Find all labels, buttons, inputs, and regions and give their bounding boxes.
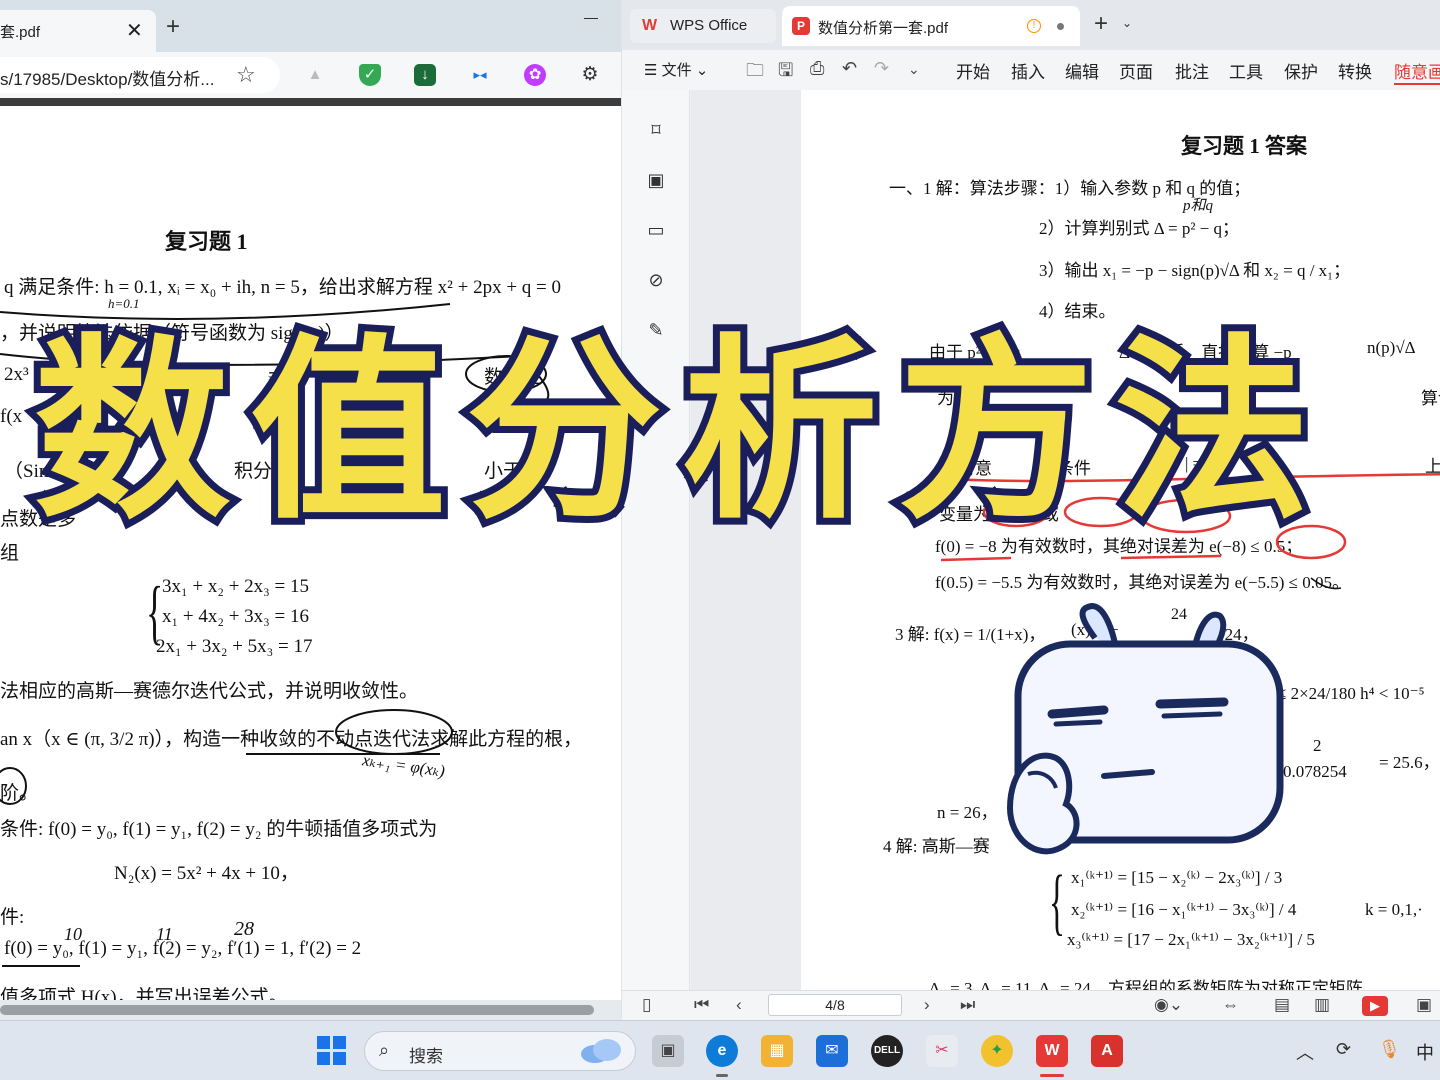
sidebar-toggle-icon[interactable]: ▯ — [642, 995, 651, 1015]
bookmark-icon[interactable]: ⌑ — [646, 120, 666, 140]
menu-edit[interactable]: 编辑 — [1065, 58, 1099, 83]
browser-tab-bar: 套.pdf ✕ + — [0, 0, 621, 52]
tv-mascot-sticker — [1006, 603, 1284, 855]
handwriting-note: 11 — [156, 924, 173, 944]
last-page-icon[interactable]: ⏭ — [960, 995, 975, 1015]
open-folder-icon[interactable]: 🗀 — [746, 58, 764, 88]
snipping-tool-icon[interactable]: ✂ — [926, 1035, 958, 1067]
menu-page[interactable]: 页面 — [1119, 58, 1153, 83]
image-icon[interactable]: ▣ — [646, 170, 666, 190]
tray-chevron-up-icon[interactable]: ︿ — [1296, 1039, 1314, 1065]
play-icon[interactable]: ▶ — [1362, 996, 1388, 1016]
horizontal-scrollbar[interactable] — [0, 1000, 621, 1020]
start-icon-tile — [333, 1052, 346, 1065]
pen-annotations — [0, 303, 550, 967]
extension-download-icon[interactable]: ↓ — [414, 64, 436, 86]
wps-menu-bar: ☰ 文件 ⌄ 🗀 🖫 ⎙ ↶ ↷ ⌄ 开始 插入 编辑 页面 批注 工具 保护 … — [622, 50, 1440, 90]
attachment-icon[interactable]: ⊘ — [646, 270, 666, 290]
video-title-overlay: 数值分析方法 — [27, 315, 1331, 549]
wps-tab-bar: W WPS Office P 数值分析第一套.pdf ! + ⌄ — [622, 0, 1440, 50]
pdf-file-icon: P — [792, 17, 810, 35]
eye-view-icon[interactable]: ◉⌄ — [1154, 995, 1183, 1015]
edge-browser-icon[interactable]: e — [706, 1035, 738, 1067]
extension-arrows-icon[interactable]: ▸◂ — [469, 64, 491, 86]
task-view-icon[interactable]: ▣ — [652, 1035, 684, 1067]
pdf-page: 复习题 1 q 满足条件: h = 0.1, xᵢ = x₀ + ih, n =… — [0, 106, 621, 1000]
sync-icon[interactable]: ⟳ — [1336, 1039, 1351, 1060]
search-icon: ⌕ — [379, 1040, 390, 1060]
wps-home-label: WPS Office — [670, 17, 748, 34]
menu-convert[interactable]: 转换 — [1338, 58, 1372, 83]
page-number-input[interactable]: 4/8 — [768, 994, 902, 1016]
input-language-indicator[interactable]: 中 — [1416, 1039, 1434, 1065]
weather-cloud-icon — [581, 1039, 621, 1063]
fit-width-icon[interactable]: ⇔ — [1222, 995, 1239, 1015]
undo-icon[interactable]: ↶ — [842, 58, 857, 79]
start-icon-tile — [317, 1036, 330, 1049]
redo-icon[interactable]: ↷ — [874, 58, 889, 79]
favorite-star-icon[interactable]: ☆ — [236, 62, 256, 88]
first-page-icon[interactable]: ⏮ — [694, 995, 709, 1015]
start-icon-tile — [317, 1052, 330, 1065]
single-page-icon[interactable]: ▤ — [1274, 995, 1290, 1015]
unsaved-dot-icon[interactable] — [1057, 23, 1064, 30]
more-view-icon[interactable]: ▣ — [1416, 995, 1432, 1015]
handwriting-note: 10 — [64, 924, 82, 944]
minimize-button[interactable] — [584, 18, 598, 19]
dell-icon[interactable]: DELL — [871, 1035, 903, 1067]
menu-tools[interactable]: 工具 — [1229, 58, 1263, 83]
wps-active-indicator — [1040, 1074, 1064, 1077]
browser-tab[interactable]: 套.pdf ✕ — [0, 10, 156, 52]
comment-icon[interactable]: ▭ — [646, 220, 666, 240]
address-text: s/17985/Desktop/数值分析... — [0, 70, 215, 89]
wps-office-icon[interactable]: W — [1036, 1035, 1068, 1067]
close-tab-icon[interactable]: ✕ — [126, 18, 143, 43]
print-icon[interactable]: ⎙ — [810, 58, 824, 79]
wps-logo-icon: W — [642, 17, 658, 34]
file-menu[interactable]: ☰ 文件 ⌄ — [644, 59, 708, 80]
extensions-puzzle-icon[interactable]: ⚙ — [579, 64, 601, 86]
mail-icon[interactable]: ✉ — [816, 1035, 848, 1067]
taskbar-search[interactable]: ⌕ 搜索 — [364, 1031, 636, 1071]
next-page-icon[interactable]: › — [924, 995, 930, 1015]
menu-annotate[interactable]: 批注 — [1175, 58, 1209, 83]
start-button[interactable] — [317, 1036, 347, 1066]
acrobat-icon[interactable]: A — [1091, 1035, 1123, 1067]
wps-status-bar: ▯ ⏮ ‹ 4/8 › ⏭ ◉⌄ ⇔ ▤ ▥ ▶ ▣ — [622, 990, 1440, 1020]
warning-icon[interactable]: ! — [1027, 19, 1041, 33]
quick-access-more-icon[interactable]: ⌄ — [908, 61, 920, 78]
menu-freehand[interactable]: 随意画 — [1394, 58, 1440, 85]
double-page-icon[interactable]: ▥ — [1314, 995, 1330, 1015]
handwriting-note: h=0.1 — [108, 296, 140, 311]
extension-shield-icon[interactable]: ✓ — [359, 64, 381, 86]
document-tab-label: 数值分析第一套.pdf — [818, 20, 949, 37]
search-label: 搜索 — [409, 1047, 443, 1066]
menu-start[interactable]: 开始 — [956, 58, 990, 83]
browser-tab-title: 套.pdf — [0, 24, 41, 41]
windows-taskbar: ⌕ 搜索 ▣ e ▦ ✉ DELL ✂ ✦ W A ︿ ⟳ 🎙 中 — [0, 1020, 1440, 1080]
wps-document-tab[interactable]: P 数值分析第一套.pdf ! — [782, 6, 1080, 46]
prev-page-icon[interactable]: ‹ — [736, 995, 742, 1015]
extension-brain-icon[interactable]: ✿ — [524, 64, 546, 86]
save-icon[interactable]: 🖫 — [778, 58, 793, 88]
file-menu-label: 文件 — [661, 62, 692, 79]
scrollbar-thumb[interactable] — [0, 1005, 594, 1015]
microphone-icon[interactable]: 🎙 — [1378, 1039, 1401, 1060]
new-tab-button[interactable]: + — [166, 15, 180, 39]
edge-active-indicator — [716, 1074, 728, 1077]
handwriting-note: 28 — [234, 918, 254, 940]
address-bar[interactable]: s/17985/Desktop/数值分析... ☆ — [0, 57, 280, 93]
menu-protect[interactable]: 保护 — [1284, 58, 1318, 83]
wps-home-tab[interactable]: W WPS Office — [630, 9, 776, 43]
chevron-down-icon[interactable]: ⌄ — [1122, 16, 1132, 30]
screen: 套.pdf ✕ + s/17985/Desktop/数值分析... ☆ ▲ ✓ … — [0, 0, 1440, 1080]
pdf-viewer-header — [0, 98, 621, 106]
app-colorful-icon[interactable]: ✦ — [981, 1035, 1013, 1067]
menu-insert[interactable]: 插入 — [1011, 58, 1045, 83]
microsoft-store-icon[interactable]: ▦ — [761, 1035, 793, 1067]
start-icon-tile — [333, 1036, 346, 1049]
extension-triangle-icon[interactable]: ▲ — [304, 64, 326, 86]
new-tab-button[interactable]: + — [1094, 12, 1108, 36]
